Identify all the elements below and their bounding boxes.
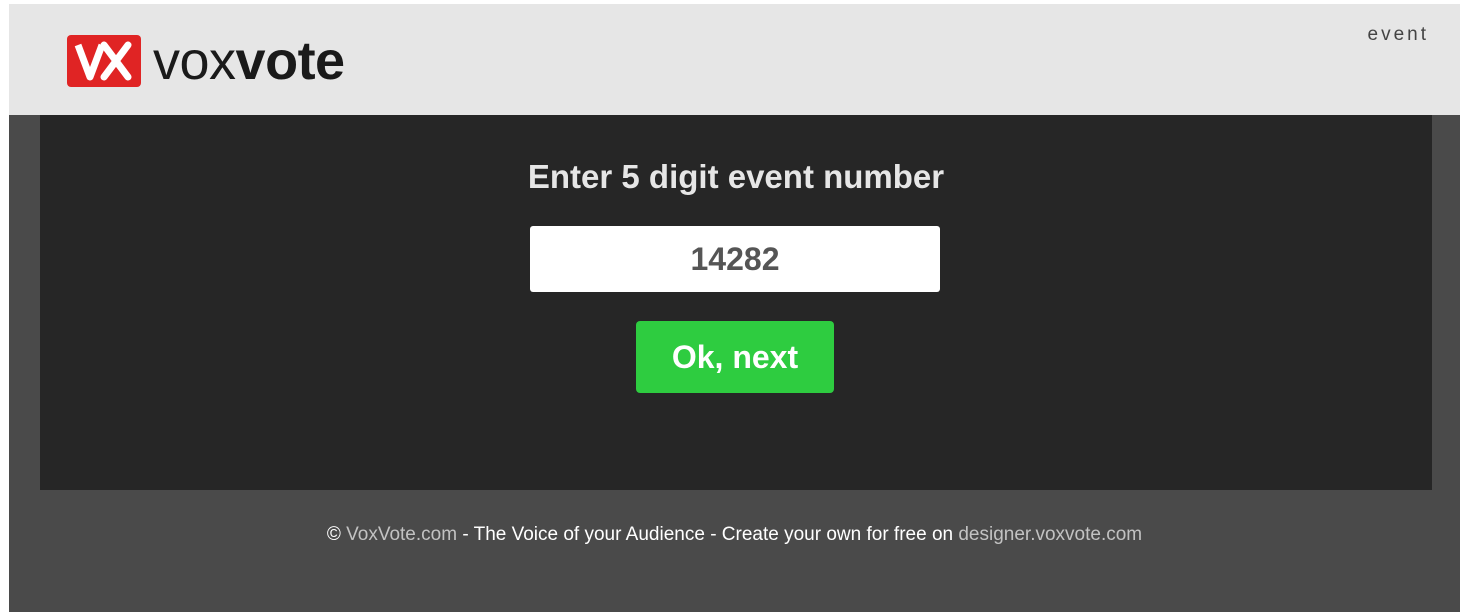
footer-tagline: - The Voice of your Audience - Create yo… xyxy=(457,524,959,545)
page-frame: voxvote event Enter 5 digit event number… xyxy=(9,4,1460,612)
logo-text-vote: vote xyxy=(235,31,346,91)
event-entry-panel: Enter 5 digit event number Ok, next xyxy=(40,115,1432,490)
event-nav-link[interactable]: event xyxy=(1368,24,1429,46)
logo-wordmark: voxvote xyxy=(153,34,345,88)
copyright-symbol: © xyxy=(326,524,341,545)
event-number-prompt: Enter 5 digit event number xyxy=(527,158,945,195)
vx-logo-icon xyxy=(67,35,141,87)
footer: © VoxVote.com - The Voice of your Audien… xyxy=(9,524,1460,546)
voxvote-site-link[interactable]: VoxVote.com xyxy=(346,524,457,545)
ok-next-button[interactable]: Ok, next xyxy=(636,321,834,393)
designer-site-link[interactable]: designer.voxvote.com xyxy=(958,524,1142,545)
event-number-input[interactable] xyxy=(530,226,940,292)
logo-text-vox: vox xyxy=(153,31,236,91)
voxvote-logo[interactable]: voxvote xyxy=(67,34,345,88)
header-bar: voxvote event xyxy=(9,4,1460,115)
